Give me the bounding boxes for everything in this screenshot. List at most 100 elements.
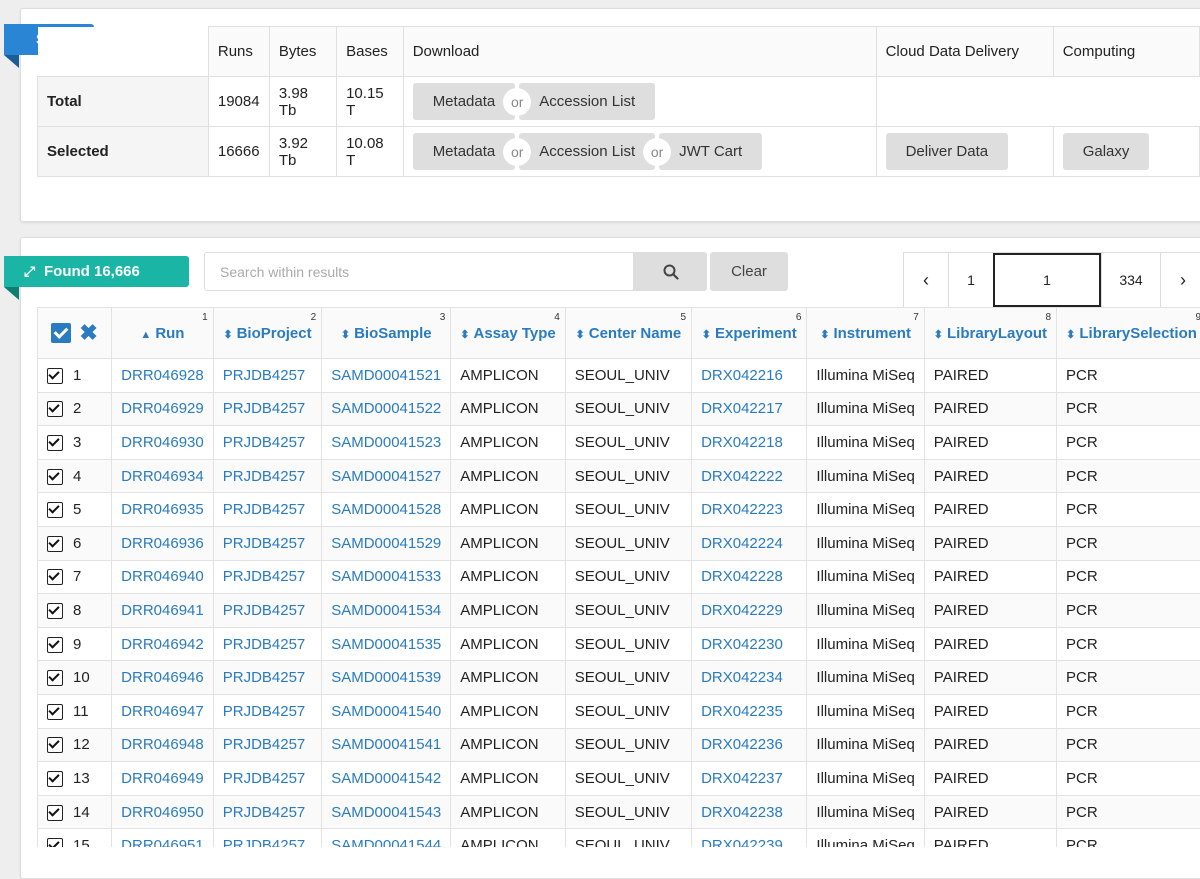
cell-biosample[interactable]: SAMD00041543 (322, 795, 451, 829)
cell-bioproject[interactable]: PRJDB4257 (213, 661, 321, 695)
cell-run[interactable]: DRR046942 (112, 627, 214, 661)
table-row[interactable]: 10DRR046946PRJDB4257SAMD00041539AMPLICON… (38, 661, 1200, 695)
column-header-instrument[interactable]: ⬍Instrument7 (807, 308, 924, 359)
cell-run[interactable]: DRR046929 (112, 392, 214, 426)
cell-biosample[interactable]: SAMD00041522 (322, 392, 451, 426)
cell-run[interactable]: DRR046947 (112, 694, 214, 728)
row-checkbox[interactable] (47, 805, 63, 821)
row-checkbox[interactable] (47, 670, 63, 686)
column-header-run[interactable]: ▲Run1 (112, 308, 214, 359)
table-row[interactable]: 3DRR046930PRJDB4257SAMD00041523AMPLICONS… (38, 426, 1200, 460)
row-checkbox[interactable] (47, 637, 63, 653)
cell-run[interactable]: DRR046940 (112, 560, 214, 594)
cell-biosample[interactable]: SAMD00041523 (322, 426, 451, 460)
cell-bioproject[interactable]: PRJDB4257 (213, 728, 321, 762)
cell-bioproject[interactable]: PRJDB4257 (213, 762, 321, 796)
row-checkbox[interactable] (47, 603, 63, 619)
cell-biosample[interactable]: SAMD00041540 (322, 694, 451, 728)
deselect-all-icon[interactable]: ✖ (79, 320, 97, 345)
cell-run[interactable]: DRR046949 (112, 762, 214, 796)
table-row[interactable]: 2DRR046929PRJDB4257SAMD00041522AMPLICONS… (38, 392, 1200, 426)
table-row[interactable]: 8DRR046941PRJDB4257SAMD00041534AMPLICONS… (38, 594, 1200, 628)
next-page-button[interactable]: › (1160, 253, 1200, 307)
table-row[interactable]: 4DRR046934PRJDB4257SAMD00041527AMPLICONS… (38, 459, 1200, 493)
cell-run[interactable]: DRR046941 (112, 594, 214, 628)
cell-experiment[interactable]: DRX042223 (692, 493, 807, 527)
row-checkbox[interactable] (47, 502, 63, 518)
cell-experiment[interactable]: DRX042224 (692, 526, 807, 560)
column-header-biosample[interactable]: ⬍BioSample3 (322, 308, 451, 359)
cell-biosample[interactable]: SAMD00041541 (322, 728, 451, 762)
row-checkbox[interactable] (47, 401, 63, 417)
cell-bioproject[interactable]: PRJDB4257 (213, 694, 321, 728)
cell-biosample[interactable]: SAMD00041527 (322, 459, 451, 493)
cell-run[interactable]: DRR046935 (112, 493, 214, 527)
galaxy-button[interactable]: Galaxy (1063, 133, 1150, 170)
total-accession-list-button[interactable]: Accession List (519, 83, 655, 120)
cell-bioproject[interactable]: PRJDB4257 (213, 459, 321, 493)
cell-experiment[interactable]: DRX042235 (692, 694, 807, 728)
jwt-cart-button[interactable]: JWT Cart (659, 133, 762, 170)
cell-run[interactable]: DRR046928 (112, 359, 214, 393)
column-header-library-layout[interactable]: ⬍LibraryLayout8 (924, 308, 1056, 359)
cell-experiment[interactable]: DRX042228 (692, 560, 807, 594)
clear-button[interactable]: Clear (710, 252, 788, 291)
deliver-data-button[interactable]: Deliver Data (886, 133, 1009, 170)
row-checkbox[interactable] (47, 435, 63, 451)
cell-run[interactable]: DRR046948 (112, 728, 214, 762)
cell-bioproject[interactable]: PRJDB4257 (213, 526, 321, 560)
table-row[interactable]: 13DRR046949PRJDB4257SAMD00041542AMPLICON… (38, 762, 1200, 796)
cell-biosample[interactable]: SAMD00041529 (322, 526, 451, 560)
total-metadata-button[interactable]: Metadata (413, 83, 516, 120)
cell-bioproject[interactable]: PRJDB4257 (213, 560, 321, 594)
cell-experiment[interactable]: DRX042217 (692, 392, 807, 426)
column-header-center-name[interactable]: ⬍Center Name5 (565, 308, 691, 359)
cell-experiment[interactable]: DRX042230 (692, 627, 807, 661)
cell-bioproject[interactable]: PRJDB4257 (213, 392, 321, 426)
cell-run[interactable]: DRR046934 (112, 459, 214, 493)
table-row[interactable]: 15DRR046951PRJDB4257SAMD00041544AMPLICON… (38, 829, 1200, 847)
cell-bioproject[interactable]: PRJDB4257 (213, 594, 321, 628)
cell-run[interactable]: DRR046950 (112, 795, 214, 829)
current-page-input[interactable]: 1 (993, 253, 1101, 307)
row-checkbox[interactable] (47, 704, 63, 720)
cell-experiment[interactable]: DRX042236 (692, 728, 807, 762)
cell-bioproject[interactable]: PRJDB4257 (213, 426, 321, 460)
column-header-library-selection[interactable]: ⬍LibrarySelection9 (1057, 308, 1200, 359)
cell-experiment[interactable]: DRX042216 (692, 359, 807, 393)
cell-run[interactable]: DRR046946 (112, 661, 214, 695)
table-row[interactable]: 12DRR046948PRJDB4257SAMD00041541AMPLICON… (38, 728, 1200, 762)
table-row[interactable]: 6DRR046936PRJDB4257SAMD00041529AMPLICONS… (38, 526, 1200, 560)
table-row[interactable]: 9DRR046942PRJDB4257SAMD00041535AMPLICONS… (38, 627, 1200, 661)
column-header-assay-type[interactable]: ⬍Assay Type4 (451, 308, 565, 359)
cell-experiment[interactable]: DRX042238 (692, 795, 807, 829)
row-checkbox[interactable] (47, 368, 63, 384)
cell-bioproject[interactable]: PRJDB4257 (213, 795, 321, 829)
cell-biosample[interactable]: SAMD00041542 (322, 762, 451, 796)
column-header-experiment[interactable]: ⬍Experiment6 (692, 308, 807, 359)
search-within-results-input[interactable] (204, 252, 634, 291)
cell-biosample[interactable]: SAMD00041528 (322, 493, 451, 527)
cell-experiment[interactable]: DRX042239 (692, 829, 807, 847)
cell-bioproject[interactable]: PRJDB4257 (213, 627, 321, 661)
column-header-bioproject[interactable]: ⬍BioProject2 (213, 308, 321, 359)
row-checkbox[interactable] (47, 771, 63, 787)
row-checkbox[interactable] (47, 737, 63, 753)
row-checkbox[interactable] (47, 569, 63, 585)
cell-experiment[interactable]: DRX042234 (692, 661, 807, 695)
row-checkbox[interactable] (47, 536, 63, 552)
select-all-checkbox[interactable] (51, 323, 71, 343)
table-row[interactable]: 11DRR046947PRJDB4257SAMD00041540AMPLICON… (38, 694, 1200, 728)
table-row[interactable]: 14DRR046950PRJDB4257SAMD00041543AMPLICON… (38, 795, 1200, 829)
cell-biosample[interactable]: SAMD00041533 (322, 560, 451, 594)
cell-biosample[interactable]: SAMD00041521 (322, 359, 451, 393)
table-row[interactable]: 7DRR046940PRJDB4257SAMD00041533AMPLICONS… (38, 560, 1200, 594)
cell-experiment[interactable]: DRX042218 (692, 426, 807, 460)
cell-biosample[interactable]: SAMD00041535 (322, 627, 451, 661)
cell-bioproject[interactable]: PRJDB4257 (213, 359, 321, 393)
search-button[interactable] (634, 252, 707, 291)
cell-biosample[interactable]: SAMD00041539 (322, 661, 451, 695)
cell-biosample[interactable]: SAMD00041544 (322, 829, 451, 847)
cell-experiment[interactable]: DRX042222 (692, 459, 807, 493)
cell-run[interactable]: DRR046936 (112, 526, 214, 560)
